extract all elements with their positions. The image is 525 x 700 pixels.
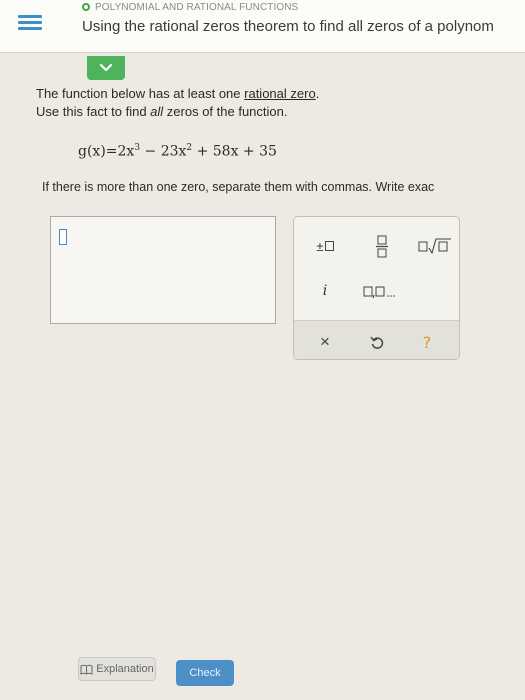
fraction-key[interactable]: [368, 231, 396, 261]
menu-icon[interactable]: [18, 12, 46, 36]
plus-minus-symbol: ±: [316, 238, 324, 254]
rational-zero-link[interactable]: rational zero: [244, 86, 316, 101]
check-label: Check: [189, 667, 221, 679]
explanation-label: Explanation: [96, 663, 154, 675]
fraction-icon: [376, 235, 388, 258]
problem-line-2: Use this fact to find all zeros of the f…: [36, 104, 287, 119]
problem-text: .: [315, 86, 320, 101]
close-icon: ×: [320, 332, 330, 351]
formula-part: + 58x + 35: [192, 143, 277, 160]
problem-text: The function below has at least one: [36, 86, 245, 101]
nth-root-key[interactable]: [416, 233, 454, 259]
collapse-toggle-button[interactable]: [87, 56, 125, 80]
check-button[interactable]: Check: [176, 660, 234, 686]
nth-root-icon: [418, 238, 451, 254]
help-key[interactable]: ?: [414, 329, 440, 355]
chevron-down-icon: [99, 63, 113, 72]
box-placeholder-icon: [324, 241, 334, 251]
problem-text: zeros of the function.: [163, 104, 288, 119]
problem-line-1: The function below has at least one rati…: [36, 86, 319, 101]
input-cursor-slot: [59, 229, 67, 245]
list-boxes-icon: [363, 286, 395, 299]
problem-text: Use this fact to find: [36, 104, 151, 119]
progress-circle-icon: [82, 3, 90, 11]
undo-key[interactable]: [364, 329, 390, 355]
imaginary-unit-key[interactable]: i: [312, 279, 338, 303]
explanation-button[interactable]: Explanation: [78, 657, 156, 681]
topic-row: POLYNOMIAL AND RATIONAL FUNCTIONS: [82, 0, 298, 14]
imaginary-unit-symbol: i: [322, 283, 328, 299]
function-formula: g(x)=2x3 − 23x2 + 58x + 35: [78, 143, 277, 160]
page-title: Using the rational zeros theorem to find…: [82, 18, 494, 35]
plus-minus-key[interactable]: ±: [308, 235, 342, 257]
answer-input[interactable]: [50, 216, 276, 324]
answer-instructions: If there is more than one zero, separate…: [42, 180, 435, 194]
question-icon: ?: [422, 332, 432, 352]
comma-list-key[interactable]: [360, 281, 402, 303]
formula-part: g(x)=2x: [78, 143, 135, 160]
topic-label: POLYNOMIAL AND RATIONAL FUNCTIONS: [95, 1, 299, 13]
formula-part: − 23x: [140, 143, 187, 160]
header-bar: POLYNOMIAL AND RATIONAL FUNCTIONS Using …: [0, 0, 525, 53]
problem-emphasis: all: [150, 104, 164, 119]
undo-icon: [370, 336, 384, 349]
book-icon: [80, 664, 93, 675]
math-keypad: ± i × ?: [293, 216, 460, 360]
clear-key[interactable]: ×: [312, 329, 338, 355]
